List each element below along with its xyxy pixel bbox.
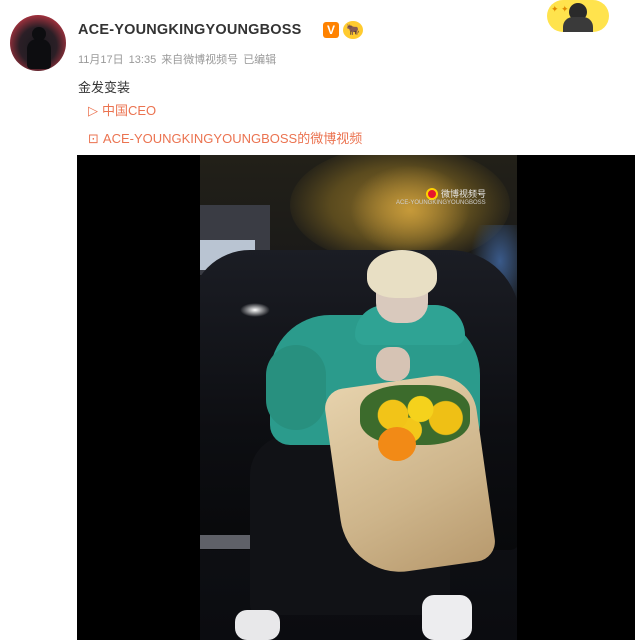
- video-icon: ⊡: [88, 131, 99, 146]
- post-meta: 11月17日 13:35 来自微博视频号 已编辑: [78, 51, 281, 67]
- post-time[interactable]: 13:35: [129, 54, 157, 66]
- topic-link[interactable]: ▷ 中国CEO: [88, 100, 156, 119]
- source-prefix: 来自: [161, 54, 184, 66]
- post-date[interactable]: 11月17日: [78, 54, 124, 66]
- post-source[interactable]: 微博视频号: [183, 54, 238, 66]
- video-frame: 微博视频号 ACE-YOUNGKINGYOUNGBOSS: [200, 155, 517, 640]
- watermark-subtitle: ACE-YOUNGKINGYOUNGBOSS: [396, 200, 486, 206]
- fan-badge-icon[interactable]: 🐂: [343, 21, 363, 39]
- watermark-title: 微博视频号: [441, 189, 487, 199]
- video-link[interactable]: ⊡ ACE-YOUNGKINGYOUNGBOSS的微博视频: [88, 128, 362, 147]
- video-player[interactable]: 微博视频号 ACE-YOUNGKINGYOUNGBOSS: [77, 155, 635, 640]
- verified-badge-icon: V: [323, 22, 339, 38]
- video-link-label: ACE-YOUNGKINGYOUNGBOSS的微博视频: [102, 131, 363, 146]
- username[interactable]: ACE-YOUNGKINGYOUNGBOSS: [78, 22, 302, 38]
- play-icon: ▷: [88, 103, 98, 118]
- weibo-logo-icon: [426, 187, 438, 200]
- video-watermark: 微博视频号 ACE-YOUNGKINGYOUNGBOSS: [396, 187, 487, 206]
- decorative-sticker: ✦ ✦: [547, 0, 609, 32]
- user-avatar[interactable]: [10, 15, 66, 71]
- edited-label[interactable]: 已编辑: [243, 54, 276, 66]
- topic-link-label: 中国CEO: [102, 103, 157, 118]
- post-text: 金发变装: [78, 80, 131, 95]
- avatar-silhouette-body: [27, 39, 51, 69]
